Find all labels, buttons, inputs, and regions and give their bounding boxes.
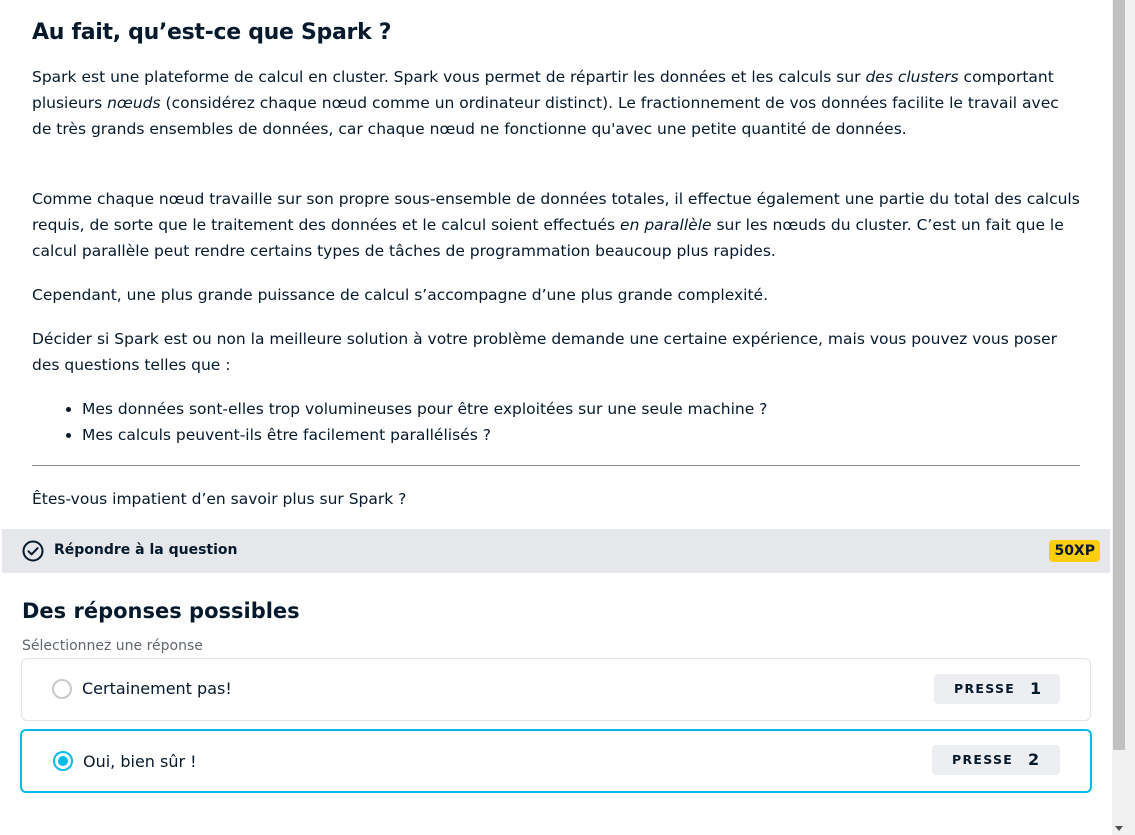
list-item: Mes données sont-elles trop volumineuses…	[82, 396, 1082, 422]
paragraph-parallel: Comme chaque nœud travaille sur son prop…	[32, 186, 1082, 265]
question-list: Mes données sont-elles trop volumineuses…	[82, 396, 1082, 448]
paragraph-decision: Décider si Spark est ou non la meilleure…	[32, 330, 1058, 375]
scroll-down-arrow-icon[interactable]	[1115, 826, 1123, 831]
p1-emphasis-nodes: nœuds	[107, 94, 161, 113]
answer-question-bar: Répondre à la question 50XP	[2, 529, 1110, 573]
key-hint-word: PRESSE	[952, 752, 1014, 767]
vertical-scrollbar[interactable]	[1112, 0, 1135, 835]
exercise-question: Êtes-vous impatient d’en savoir plus sur…	[32, 490, 407, 508]
list-item: Mes calculs peuvent-ils être facilement …	[82, 422, 1082, 448]
options-subtitle: Sélectionnez une réponse	[22, 638, 203, 654]
radio-button-selected[interactable]	[53, 751, 73, 771]
check-circle-icon	[22, 540, 44, 562]
article-title: Au fait, qu’est-ce que Spark ?	[32, 20, 392, 45]
keyboard-shortcut-hint: PRESSE 1	[934, 674, 1060, 704]
scrollbar-thumb[interactable]	[1113, 0, 1125, 750]
answer-option-2[interactable]: Oui, bien sûr ! PRESSE 2	[20, 729, 1092, 793]
xp-badge: 50XP	[1049, 540, 1100, 562]
radio-button[interactable]	[52, 679, 72, 699]
divider	[32, 465, 1080, 466]
p2-emphasis-parallel: en parallèle	[620, 216, 712, 235]
p1-text-a: Spark est une plateforme de calcul en cl…	[32, 68, 866, 86]
answer-option-label: Oui, bien sûr !	[83, 752, 197, 771]
answer-option-1[interactable]: Certainement pas! PRESSE 1	[21, 658, 1091, 721]
keyboard-shortcut-hint: PRESSE 2	[932, 745, 1060, 775]
p1-text-e: (considérez chaque nœud comme un ordinat…	[32, 94, 1059, 139]
answer-option-label: Certainement pas!	[82, 679, 232, 698]
options-title: Des réponses possibles	[22, 599, 300, 623]
paragraph-cluster-intro: Spark est une plateforme de calcul en cl…	[32, 64, 1082, 143]
exercise-page: Au fait, qu’est-ce que Spark ? Spark est…	[0, 0, 1110, 835]
paragraph-complexity: Cependant, une plus grande puissance de …	[32, 286, 769, 304]
key-hint-number: 1	[1030, 679, 1042, 698]
key-hint-number: 2	[1028, 750, 1040, 769]
key-hint-word: PRESSE	[954, 681, 1016, 696]
p1-emphasis-clusters: des clusters	[865, 68, 959, 86]
answer-question-label: Répondre à la question	[54, 542, 238, 558]
